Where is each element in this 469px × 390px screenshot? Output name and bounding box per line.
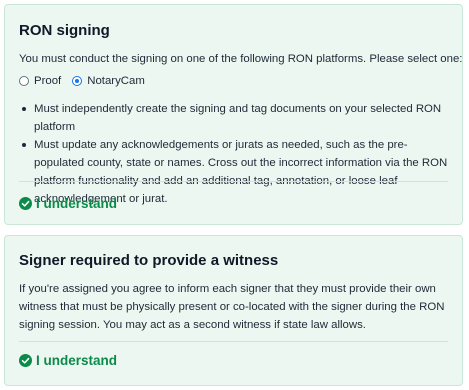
witness-title: Signer required to provide a witness — [19, 252, 279, 269]
ron-understand-label: I understand — [36, 196, 118, 211]
divider — [19, 181, 448, 182]
ron-platform-radio-group: Proof NotaryCam — [19, 75, 156, 87]
witness-understand-label: I understand — [36, 353, 118, 368]
list-item: Must independently create the signing an… — [19, 100, 451, 136]
witness-understand-button[interactable]: I understand — [19, 353, 117, 368]
divider — [19, 341, 448, 342]
ron-requirements-list: Must independently create the signing an… — [19, 100, 451, 208]
ron-signing-title: RON signing — [19, 22, 110, 39]
witness-body: If you're assigned you agree to inform e… — [19, 283, 445, 331]
radio-label-proof: Proof — [34, 75, 62, 87]
check-circle-icon — [19, 354, 32, 367]
radio-option-proof[interactable]: Proof — [19, 75, 61, 87]
radio-button-notarycam[interactable] — [72, 76, 83, 86]
radio-option-notarycam[interactable]: NotaryCam — [72, 75, 145, 87]
radio-button-proof[interactable] — [19, 76, 29, 86]
ron-understand-button[interactable]: I understand — [19, 196, 117, 211]
ron-signing-card: RON signing You must conduct the signing… — [4, 4, 463, 225]
witness-card: Signer required to provide a witness If … — [4, 235, 463, 386]
radio-label-notarycam: NotaryCam — [87, 75, 145, 87]
check-circle-icon — [19, 197, 32, 210]
ron-signing-intro: You must conduct the signing on one of t… — [19, 53, 463, 65]
